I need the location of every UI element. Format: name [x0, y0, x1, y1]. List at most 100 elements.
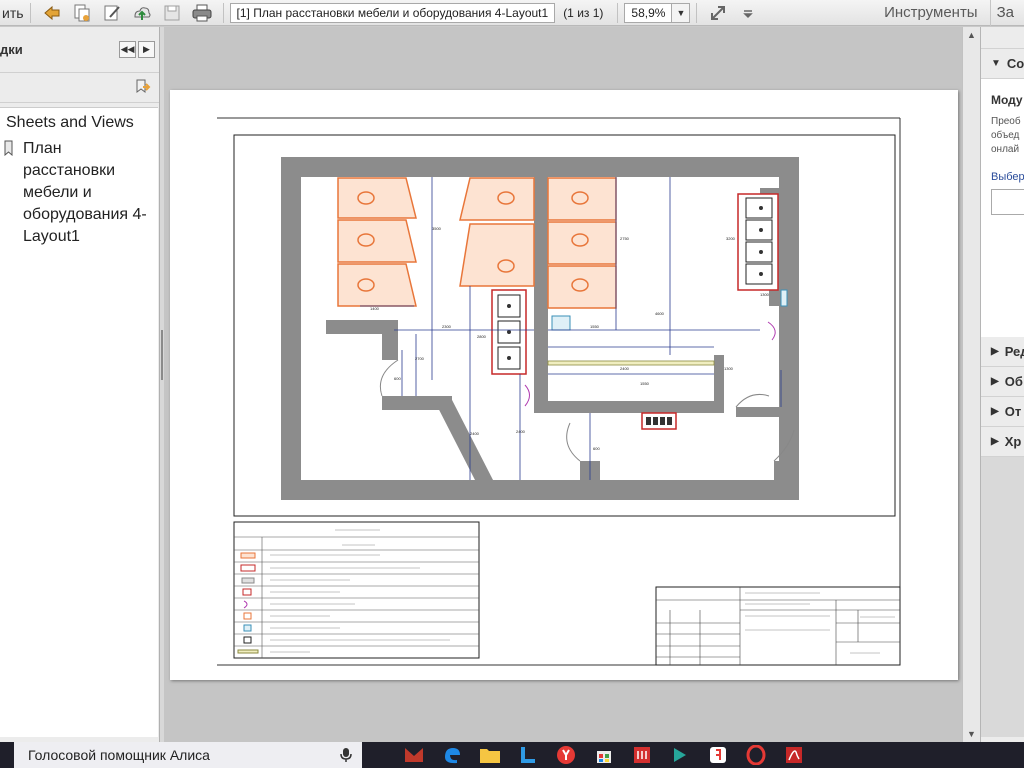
- chevron-right-icon: ▶: [991, 346, 999, 357]
- toolbar-separator: [222, 2, 224, 23]
- svg-text:2750: 2750: [620, 236, 630, 241]
- splitter-grip[interactable]: [161, 330, 163, 380]
- svg-text:1300: 1300: [760, 292, 770, 297]
- svg-text:1300: 1300: [724, 366, 734, 371]
- zoom-value: 58,9%: [631, 5, 666, 20]
- panel-options: [0, 73, 159, 103]
- svg-text:2700: 2700: [415, 356, 425, 361]
- section-3[interactable]: ▶ От: [981, 397, 1024, 427]
- save-icon[interactable]: [159, 2, 185, 24]
- scroll-down-icon[interactable]: ▼: [963, 726, 980, 742]
- section-0[interactable]: ▼ Со: [981, 49, 1024, 79]
- tree-item-layout[interactable]: План расстановки мебели и оборудования 4…: [0, 132, 158, 248]
- svg-text:2800: 2800: [477, 334, 487, 339]
- document-page: 3500 2750 4600 3200 2300 2800 1550 2400 …: [170, 90, 958, 680]
- store-like-icon[interactable]: [516, 743, 540, 767]
- svg-text:3500: 3500: [432, 226, 442, 231]
- voice-assistant-label: Голосовой помощник Алиса: [28, 747, 210, 763]
- toolbar-left-label[interactable]: ить: [0, 5, 24, 21]
- section-2-label: Об: [1004, 374, 1023, 389]
- start-area[interactable]: [0, 742, 14, 768]
- edge-icon[interactable]: [440, 743, 464, 767]
- yandex-icon[interactable]: [554, 743, 578, 767]
- bookmark-options-icon[interactable]: [133, 78, 151, 101]
- chevron-right-icon: ▶: [991, 376, 999, 387]
- toolbar-separator: [617, 2, 619, 23]
- mail-icon[interactable]: [402, 743, 426, 767]
- document-area[interactable]: 3500 2750 4600 3200 2300 2800 1550 2400 …: [164, 27, 962, 742]
- microphone-icon[interactable]: [340, 747, 352, 766]
- document-name-field[interactable]: [1] План расстановки мебели и оборудован…: [229, 2, 556, 23]
- toolbar: ить [1] План расстановки мебели и оборуд…: [0, 0, 1024, 26]
- bookmark-tree: Sheets and Views План расстановки мебели…: [0, 107, 158, 737]
- svg-text:2400: 2400: [620, 366, 630, 371]
- chevron-right-icon: ▶: [991, 406, 999, 417]
- floor-plan-drawing: 3500 2750 4600 3200 2300 2800 1550 2400 …: [217, 117, 901, 666]
- expand-panel-icon[interactable]: ▶: [138, 41, 155, 58]
- back-arrow-icon[interactable]: [39, 2, 65, 24]
- explorer-icon[interactable]: [478, 743, 502, 767]
- bookmark-icon: [3, 140, 17, 163]
- taskbar: Голосовой помощник Алиса: [0, 742, 1024, 768]
- svg-text:4600: 4600: [655, 311, 665, 316]
- tools-pane: ▼ Со Моду Преоб объед онлай Выбер ▶ Ред …: [980, 27, 1024, 742]
- app-red-icon[interactable]: [630, 743, 654, 767]
- section-0-body: Моду Преоб объед онлай Выбер: [981, 79, 1024, 337]
- section-1[interactable]: ▶ Ред: [981, 337, 1024, 367]
- more-options-icon[interactable]: [735, 2, 761, 24]
- scroll-up-icon[interactable]: ▲: [963, 27, 980, 43]
- chevron-down-icon: ▼: [991, 58, 1001, 69]
- module-title: Моду: [991, 93, 1023, 107]
- section-1-label: Ред: [1004, 344, 1024, 359]
- svg-text:1550: 1550: [640, 381, 650, 386]
- panel-header: дки ◀◀ ▶: [0, 27, 159, 73]
- panel-title: дки: [0, 42, 23, 57]
- svg-text:2400: 2400: [516, 429, 526, 434]
- app-window: ить [1] План расстановки мебели и оборуд…: [0, 0, 1024, 768]
- toolbar-separator: [29, 2, 31, 23]
- panel-nav: ◀◀ ▶: [119, 41, 155, 58]
- chevron-right-icon: ▶: [991, 436, 999, 447]
- toolbar-separator: [696, 2, 698, 23]
- yandex-browser-icon[interactable]: [706, 743, 730, 767]
- select-link[interactable]: Выбер: [991, 171, 1024, 183]
- body-line-2: объед: [991, 130, 1020, 141]
- body-line-1: Преоб: [991, 116, 1021, 127]
- section-2[interactable]: ▶ Об: [981, 367, 1024, 397]
- tree-root-label[interactable]: Sheets and Views: [0, 108, 158, 132]
- upload-icon[interactable]: [129, 2, 155, 24]
- acrobat-icon[interactable]: [782, 743, 806, 767]
- files-icon[interactable]: [69, 2, 95, 24]
- svg-text:3200: 3200: [726, 236, 736, 241]
- svg-text:600: 600: [394, 376, 401, 381]
- svg-text:1400: 1400: [370, 306, 380, 311]
- tools-pane-top: [981, 27, 1024, 49]
- edit-icon[interactable]: [99, 2, 125, 24]
- file-select-field[interactable]: [991, 189, 1024, 215]
- print-icon[interactable]: [189, 2, 215, 24]
- tools-pane-empty: [981, 457, 1024, 737]
- page-info: (1 из 1): [563, 5, 604, 20]
- sign-button[interactable]: За: [989, 0, 1024, 26]
- tools-button[interactable]: Инструменты: [884, 4, 990, 21]
- body-line-3: онлай: [991, 144, 1020, 155]
- opera-icon[interactable]: [744, 743, 768, 767]
- taskbar-apps: [402, 743, 806, 767]
- svg-text:2300: 2300: [442, 324, 452, 329]
- section-3-label: От: [1004, 404, 1022, 419]
- section-4[interactable]: ▶ Хр: [981, 427, 1024, 457]
- collapse-panel-icon[interactable]: ◀◀: [119, 41, 136, 58]
- svg-text:2400: 2400: [470, 431, 480, 436]
- bookmarks-panel: дки ◀◀ ▶ Sheets and Views План расстанов…: [0, 27, 160, 742]
- section-4-label: Хр: [1004, 434, 1022, 449]
- svg-text:600: 600: [593, 446, 600, 451]
- vertical-scrollbar[interactable]: ▲ ▼: [962, 27, 980, 742]
- zoom-select[interactable]: 58,9% ▼: [624, 2, 691, 23]
- bag-icon[interactable]: [592, 743, 616, 767]
- chevron-down-icon[interactable]: ▼: [671, 3, 690, 22]
- section-0-label: Со: [1006, 56, 1024, 71]
- app-cyan-icon[interactable]: [668, 743, 692, 767]
- svg-text:1550: 1550: [590, 324, 600, 329]
- fit-page-icon[interactable]: [705, 2, 731, 24]
- voice-assistant-search[interactable]: Голосовой помощник Алиса: [14, 742, 362, 768]
